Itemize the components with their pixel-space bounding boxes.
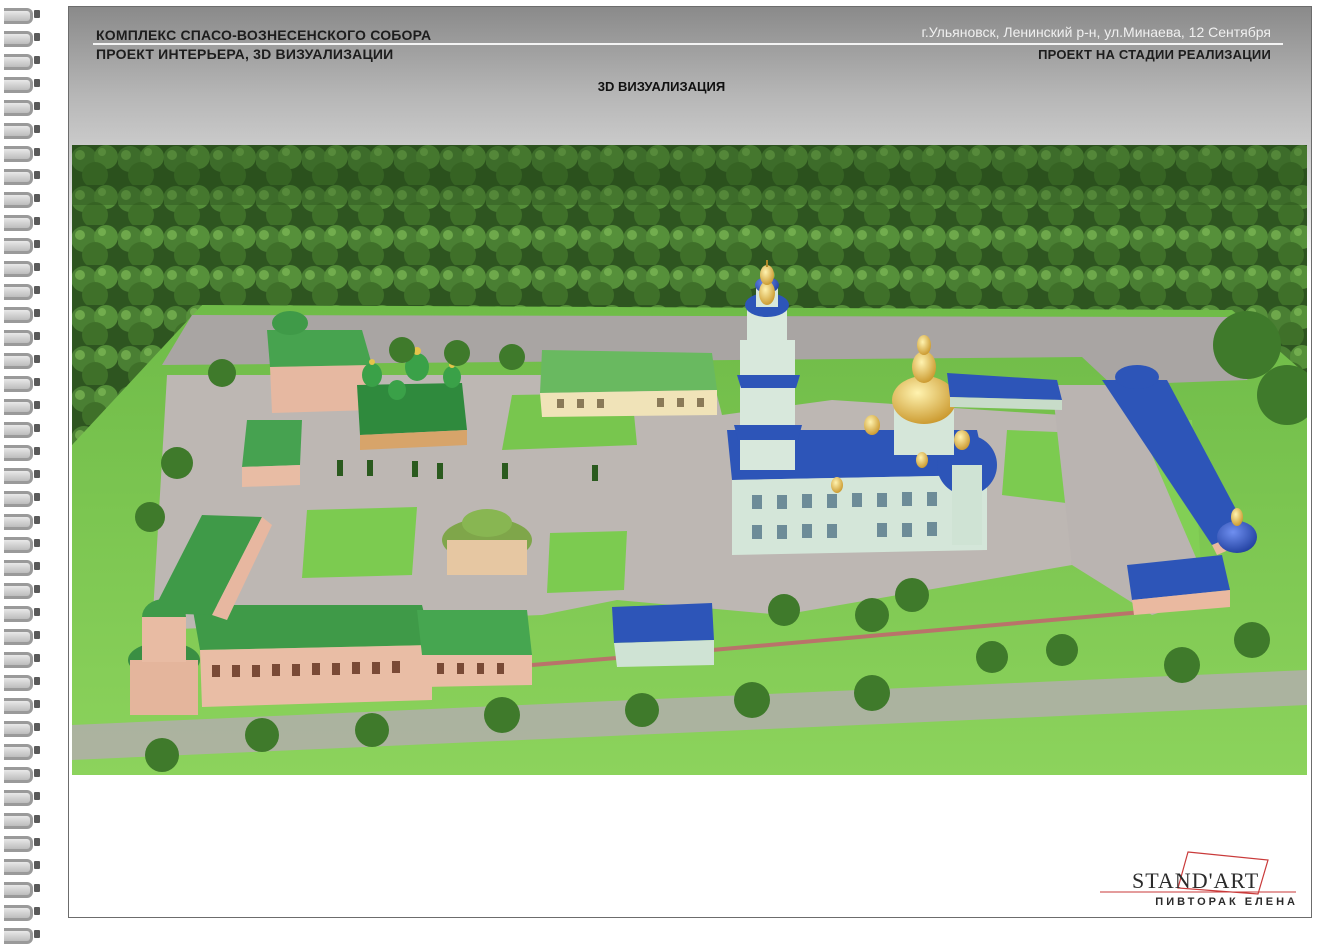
spiral-binding-icon: [4, 215, 40, 231]
spiral-binding-icon: [4, 238, 40, 254]
header-divider: [93, 43, 1283, 45]
spiral-binding-icon: [4, 445, 40, 461]
project-title: КОМПЛЕКС СПАСО-ВОЗНЕСЕНСКОГО СОБОРА: [96, 27, 432, 43]
spiral-binding-icon: [4, 859, 40, 875]
spiral-binding-icon: [4, 928, 40, 944]
spiral-binding-icon: [4, 652, 40, 668]
spiral-binding-icon: [4, 399, 40, 415]
spiral-binding: [0, 0, 52, 944]
project-subtitle: ПРОЕКТ ИНТЕРЬЕРА, 3D ВИЗУАЛИЗАЦИИ: [96, 46, 394, 62]
spiral-binding-icon: [4, 123, 40, 139]
spiral-binding-icon: [4, 560, 40, 576]
spiral-binding-icon: [4, 284, 40, 300]
spiral-binding-icon: [4, 905, 40, 921]
spiral-binding-icon: [4, 307, 40, 323]
spiral-binding-icon: [4, 698, 40, 714]
logo-brand: STAND'ART: [1132, 868, 1260, 893]
spiral-binding-icon: [4, 468, 40, 484]
spiral-binding-icon: [4, 790, 40, 806]
spiral-binding-icon: [4, 813, 40, 829]
spiral-binding-icon: [4, 882, 40, 898]
spiral-binding-icon: [4, 54, 40, 70]
spiral-binding-icon: [4, 721, 40, 737]
spiral-binding-icon: [4, 261, 40, 277]
spiral-binding-icon: [4, 376, 40, 392]
spiral-binding-icon: [4, 31, 40, 47]
spiral-binding-icon: [4, 629, 40, 645]
section-title: 3D ВИЗУАЛИЗАЦИЯ: [597, 79, 726, 94]
project-status: ПРОЕКТ НА СТАДИИ РЕАЛИЗАЦИИ: [1038, 47, 1271, 62]
logo-author: ПИВТОРАК ЕЛЕНА: [1155, 896, 1298, 908]
spiral-binding-icon: [4, 514, 40, 530]
spiral-binding-icon: [4, 744, 40, 760]
spiral-binding-icon: [4, 606, 40, 622]
spiral-binding-icon: [4, 767, 40, 783]
aerial-render: [72, 145, 1307, 775]
spiral-binding-icon: [4, 169, 40, 185]
spiral-binding-icon: [4, 491, 40, 507]
spiral-binding-icon: [4, 100, 40, 116]
spiral-binding-icon: [4, 353, 40, 369]
spiral-binding-icon: [4, 836, 40, 852]
company-logo: STAND'ART ПИВТОРАК ЕЛЕНА: [1098, 848, 1298, 912]
spiral-binding-icon: [4, 146, 40, 162]
spiral-binding-icon: [4, 8, 40, 24]
project-address: г.Ульяновск, Ленинский р-н, ул.Минаева, …: [921, 24, 1271, 40]
spiral-binding-icon: [4, 675, 40, 691]
spiral-binding-icon: [4, 330, 40, 346]
render-illustration: [72, 145, 1307, 775]
spiral-binding-icon: [4, 192, 40, 208]
spiral-binding-icon: [4, 537, 40, 553]
spiral-binding-icon: [4, 583, 40, 599]
spiral-binding-icon: [4, 422, 40, 438]
